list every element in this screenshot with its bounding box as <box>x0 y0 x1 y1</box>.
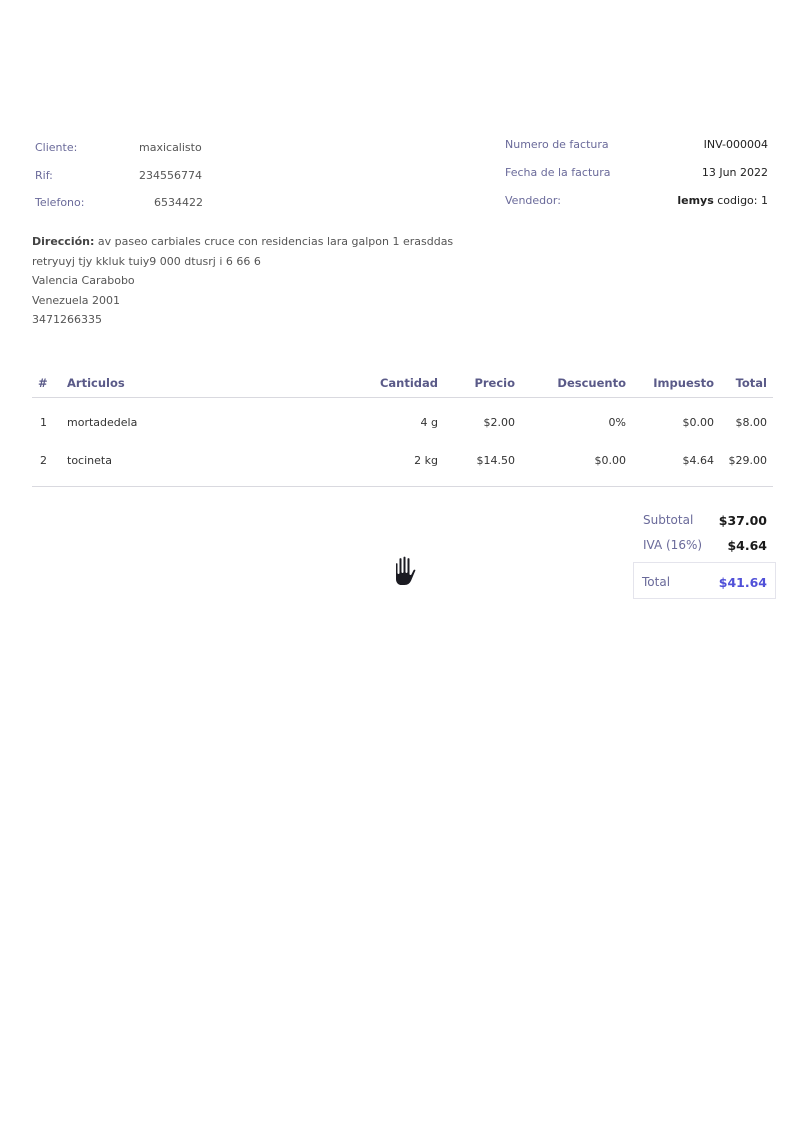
address-country: Venezuela 2001 <box>32 293 120 307</box>
numero-factura-label: Numero de factura <box>505 138 609 151</box>
row-articulo: tocineta <box>67 454 112 467</box>
col-header-precio: Precio <box>474 376 515 390</box>
row-descuento: $0.00 <box>594 454 627 467</box>
row-impuesto: $4.64 <box>682 454 715 467</box>
grab-hand-icon <box>386 550 428 592</box>
col-header-descuento: Descuento <box>557 376 626 390</box>
address-label: Dirección: <box>32 235 95 248</box>
address-phone: 3471266335 <box>32 313 102 326</box>
row-precio: $2.00 <box>483 416 516 429</box>
col-header-cantidad: Cantidad <box>379 376 438 390</box>
grand-total-label: Total <box>642 575 671 589</box>
row-precio: $14.50 <box>476 454 516 467</box>
grand-total-value: $41.64 <box>718 575 767 590</box>
row-cantidad: 2 kg <box>414 454 438 467</box>
row-total: $8.00 <box>735 416 768 429</box>
fecha-factura-value: 13 Jun 2022 <box>701 166 768 179</box>
numero-factura-value: INV-000004 <box>703 138 768 151</box>
row-descuento: 0% <box>608 416 626 429</box>
col-header-impuesto: Impuesto <box>653 376 714 390</box>
vendedor-value: lemys codigo: 1 <box>677 194 768 207</box>
row-num: 2 <box>40 454 47 467</box>
subtotal-label: Subtotal <box>643 513 694 527</box>
col-header-articulos: Articulos <box>67 376 125 390</box>
address-line-2: retryuyj tjy kkluk tuiy9 000 dtusrj i 6 … <box>32 254 261 268</box>
table-bottom-divider <box>32 486 773 487</box>
telefono-label: Telefono: <box>35 196 85 209</box>
subtotal-value: $37.00 <box>718 513 767 528</box>
vendedor-label: Vendedor: <box>505 194 561 207</box>
row-total: $29.00 <box>728 454 768 467</box>
vendedor-name: lemys <box>677 194 714 207</box>
iva-label: IVA (16%) <box>643 538 703 552</box>
col-header-total: Total <box>735 376 767 390</box>
rif-value: 234556774 <box>139 169 202 182</box>
cliente-label: Cliente: <box>35 141 78 154</box>
vendedor-code: codigo: 1 <box>713 194 768 207</box>
rif-label: Rif: <box>35 169 53 182</box>
table-header-divider <box>32 397 773 398</box>
fecha-factura-label: Fecha de la factura <box>505 166 611 179</box>
row-articulo: mortadedela <box>67 416 138 429</box>
row-impuesto: $0.00 <box>682 416 715 429</box>
col-header-num: # <box>38 376 48 390</box>
address-city: Valencia Carabobo <box>32 274 135 287</box>
iva-value: $4.64 <box>727 538 767 553</box>
telefono-value: 6534422 <box>154 196 203 209</box>
address-line-1: Dirección: av paseo carbiales cruce con … <box>32 235 454 248</box>
row-num: 1 <box>40 416 47 429</box>
cliente-value: maxicalisto <box>139 141 202 154</box>
row-cantidad: 4 g <box>420 416 438 429</box>
address-block: Dirección: av paseo carbiales cruce con … <box>32 232 453 330</box>
